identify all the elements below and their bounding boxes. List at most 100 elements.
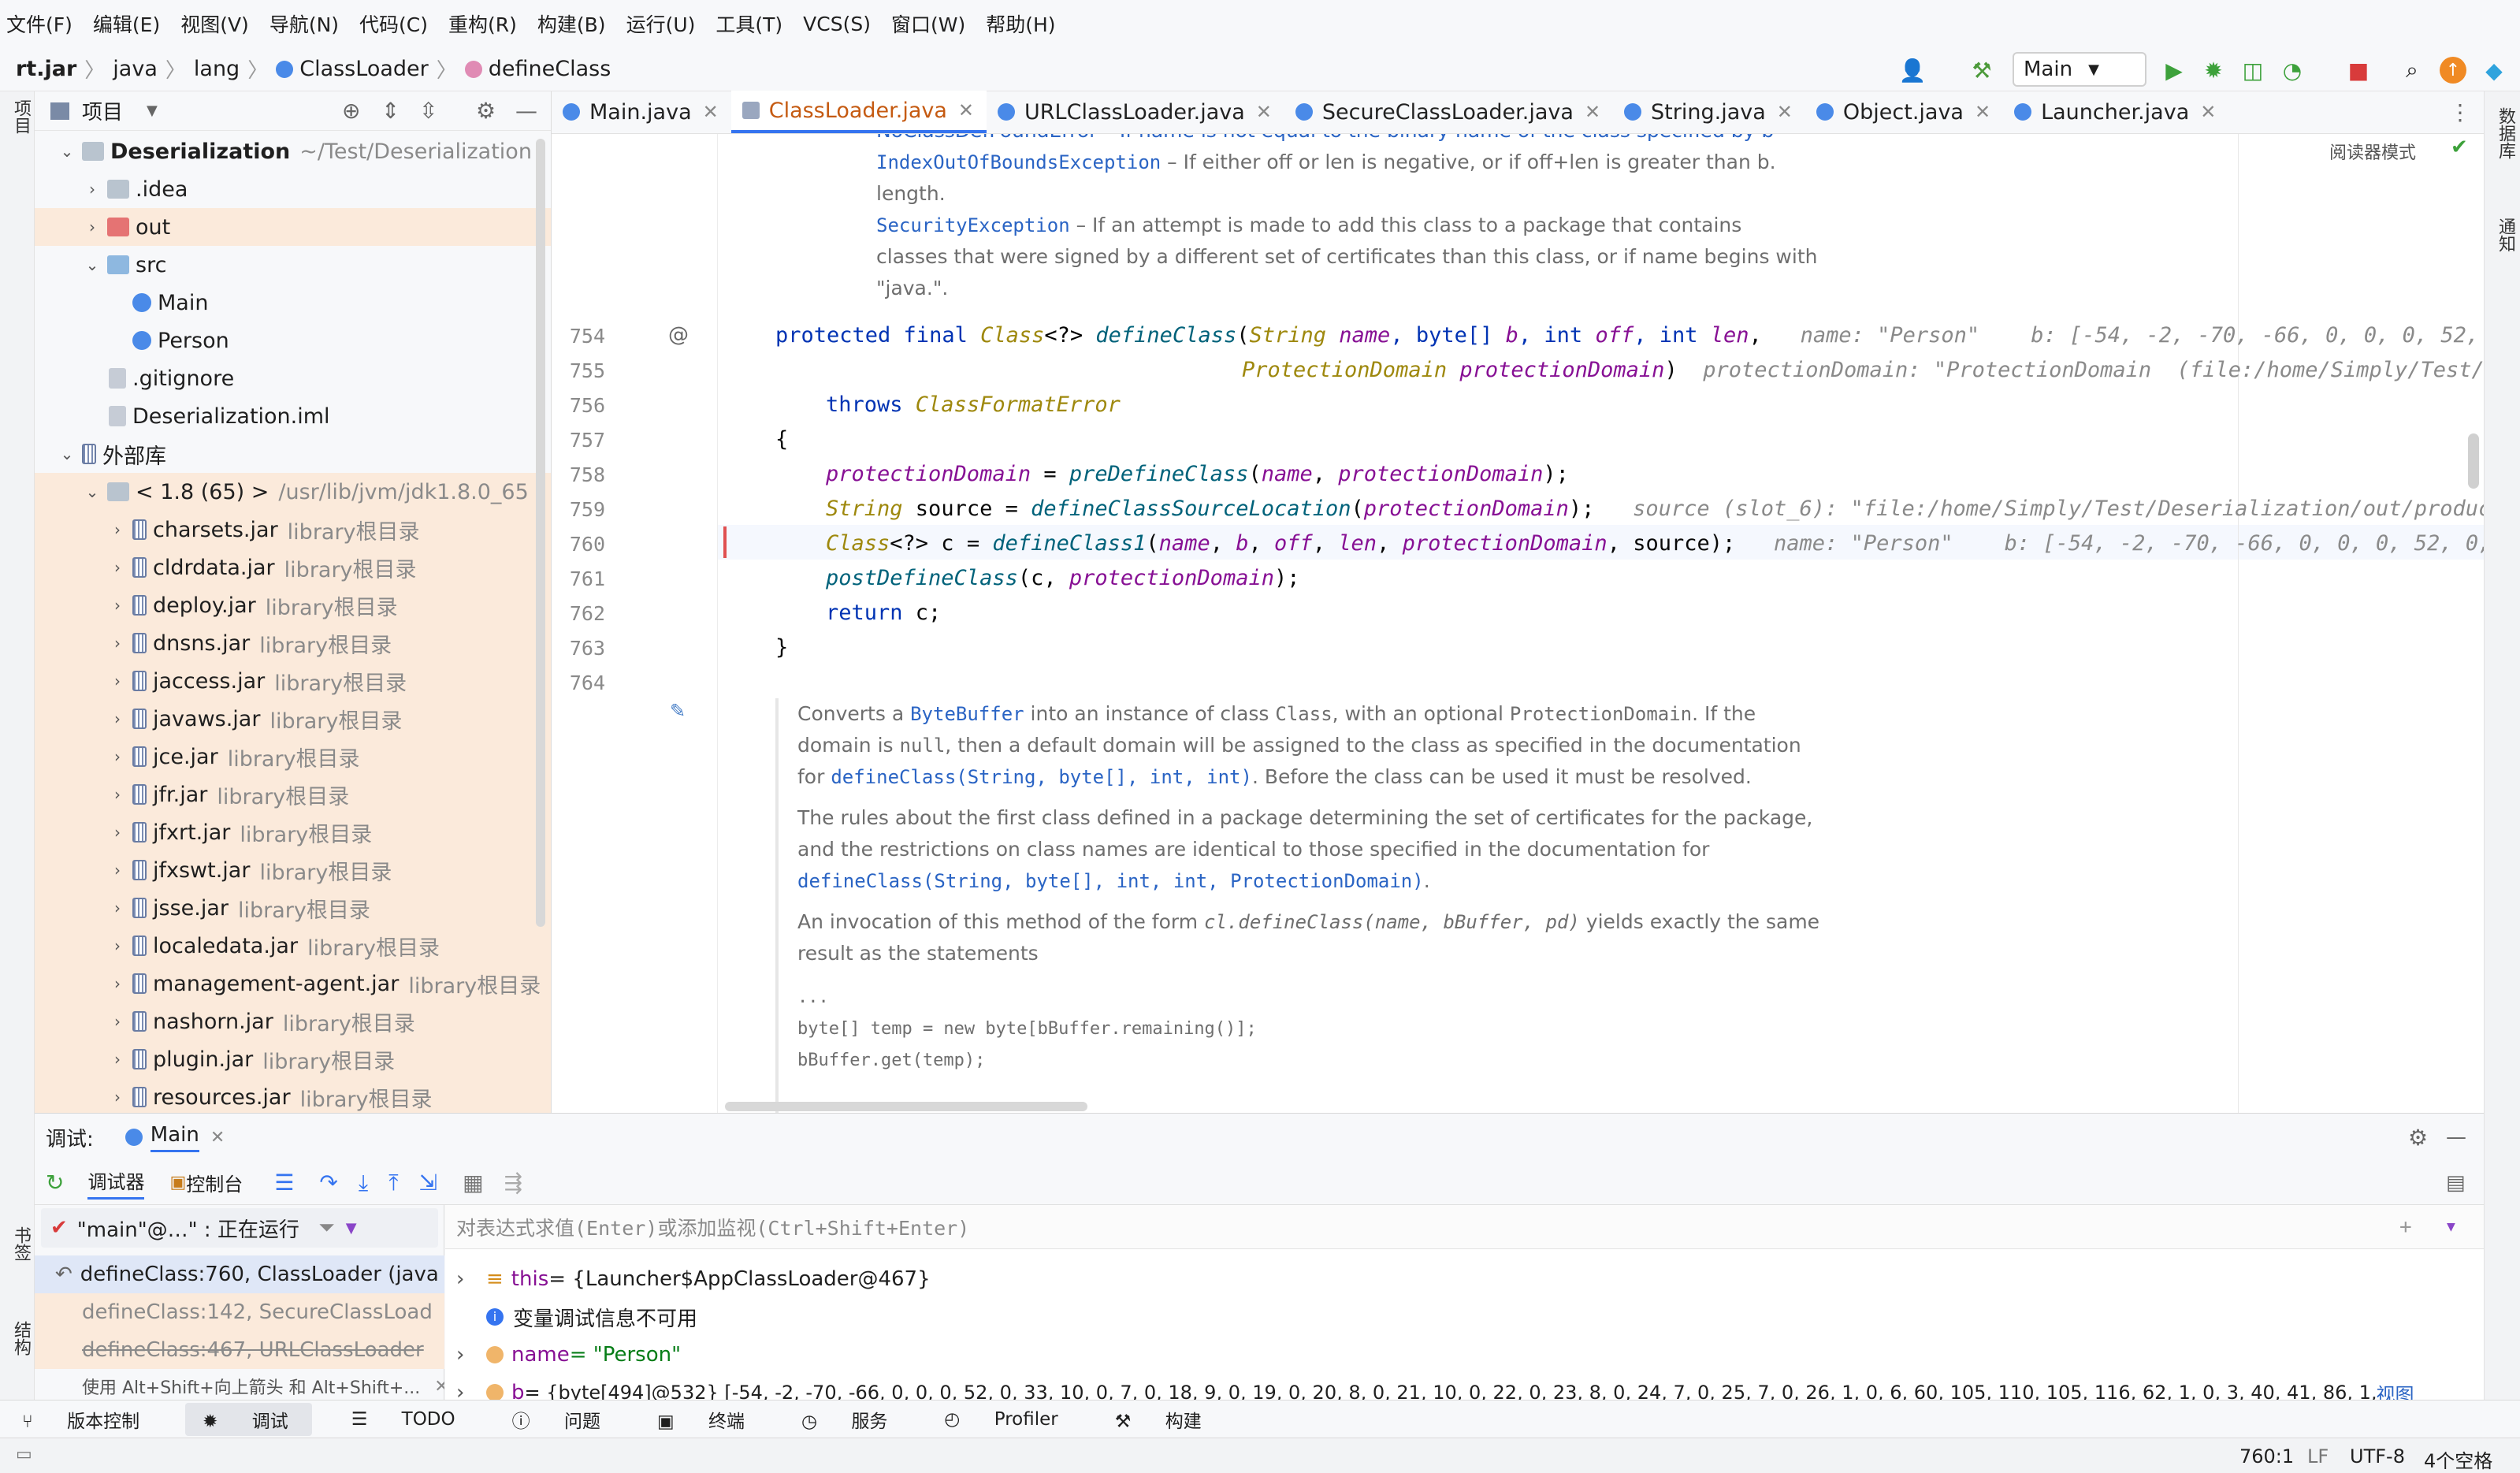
doc-link[interactable]: IndexOutOfBoundsException [876,151,1161,173]
build-tool-button[interactable]: ⚒ 构建 [1104,1406,1219,1433]
menu-help[interactable]: 帮助(H) [986,9,1055,38]
coverage-icon[interactable]: ◫ [2239,57,2266,84]
tree-item-person[interactable]: Person [35,322,551,359]
gear-icon[interactable]: ⚙ [2408,1125,2428,1151]
chevron-right-icon[interactable]: › [107,520,128,539]
debug-tool-button[interactable]: ✹ 调试 [185,1402,312,1436]
expand-all-icon[interactable]: ⇕ [381,98,400,124]
chevron-right-icon[interactable]: › [107,861,128,880]
tree-item-jar[interactable]: › dnsns.jar library根目录 [35,624,551,662]
doc-link[interactable]: ByteBuffer [910,703,1024,725]
chevron-right-icon[interactable]: › [107,974,128,993]
chevron-right-icon[interactable]: › [107,823,128,842]
trace-icon[interactable]: ⇶ [504,1170,522,1196]
profiler-tool-button[interactable]: ◴ Profiler [933,1409,1075,1430]
vcs-tool-button[interactable]: ⑂ 版本控制 [11,1406,157,1433]
chevron-right-icon[interactable]: › [107,936,128,955]
user-icon[interactable]: 👤 [1899,57,1927,84]
stack-frame[interactable]: defineClass:142, SecureClassLoad [35,1293,444,1331]
menu-build[interactable]: 构建(B) [537,9,606,38]
stack-frame[interactable]: ↶ defineClass:760, ClassLoader (java [35,1255,444,1293]
chevron-right-icon[interactable]: › [107,671,128,690]
project-panel-title[interactable]: 项目 [82,96,123,125]
tree-item-jar[interactable]: › jce.jar library根目录 [35,738,551,776]
doc-link[interactable]: defineClass(String, byte[], int, int) [831,766,1252,788]
breadcrumb-jar[interactable]: rt.jar [16,57,76,81]
check-icon[interactable]: ✔ [2451,136,2468,159]
step-into-icon[interactable]: ⤓ [359,1170,368,1196]
hide-icon[interactable]: — [515,98,537,124]
build-hammer-icon[interactable]: ⚒ [1968,57,1995,84]
chevron-right-icon[interactable]: › [82,218,102,236]
jetbrains-icon[interactable]: ◆ [2481,57,2507,84]
run-to-cursor-icon[interactable]: ⇲ [419,1170,437,1196]
line-separator[interactable]: LF [2307,1445,2329,1467]
evaluate-expression-field[interactable]: 对表达式求值(Enter)或添加监视(Ctrl+Shift+Enter) + ▼ [445,1205,2484,1249]
frames-icon[interactable]: ☰ [274,1170,294,1196]
tab-secureclassloader-java[interactable]: SecureClassLoader.java ✕ [1284,91,1613,133]
tree-item-jar[interactable]: › jsse.jar library根目录 [35,889,551,927]
update-icon[interactable]: ↑ [2440,57,2466,84]
database-tool-label[interactable]: 数据库 [2492,107,2518,159]
doc-link[interactable]: defineClass(String, byte[], int, int, Pr… [797,870,1424,892]
chevron-right-icon[interactable]: › [107,709,128,728]
tree-item-gitignore[interactable]: .gitignore [35,359,551,397]
services-tool-button[interactable]: ◷ 服务 [790,1406,905,1433]
chevron-right-icon[interactable]: › [107,596,128,615]
override-icon[interactable]: @ [668,323,689,347]
chevron-down-icon[interactable]: ▼ [147,102,158,119]
filter-icon[interactable]: ⏷ [318,1216,335,1241]
bookmarks-tool-label[interactable]: 书签 [8,1226,33,1261]
tree-item-jar[interactable]: › deploy.jar library根目录 [35,586,551,624]
breadcrumb-method[interactable]: defineClass [489,57,611,81]
tree-item-jar[interactable]: › javaws.jar library根目录 [35,700,551,738]
close-icon[interactable]: ✕ [2200,101,2216,123]
tree-item-iml[interactable]: Deserialization.iml [35,397,551,435]
chevron-right-icon[interactable]: › [82,180,102,199]
menu-file[interactable]: 文件(F) [6,9,72,38]
notifications-tool-label[interactable]: 通知 [2492,218,2518,252]
rerun-icon[interactable]: ↻ [46,1170,64,1196]
chevron-down-icon[interactable]: ⌄ [82,482,102,501]
menu-run[interactable]: 运行(U) [626,9,696,38]
chevron-right-icon[interactable]: › [107,785,128,804]
close-icon[interactable]: ✕ [1585,101,1600,123]
code-editor[interactable]: 阅读器模式 ✔ NoClassDefFoundError – If name i… [552,134,2484,1113]
collapse-all-icon[interactable]: ⇳ [419,98,437,124]
reader-mode-toggle[interactable]: 阅读器模式 [2329,139,2416,164]
close-icon[interactable]: ✕ [1256,101,1272,123]
menu-tools[interactable]: 工具(T) [715,9,782,38]
tab-main-java[interactable]: Main.java ✕ [552,91,731,133]
breadcrumb-lang[interactable]: lang [194,57,240,81]
menu-code[interactable]: 代码(C) [359,9,428,38]
editor-scrollbar[interactable] [2468,433,2479,489]
caret-position[interactable]: 760:1 [2239,1445,2294,1467]
tree-item-jdk[interactable]: ⌄ < 1.8 (65) > /usr/lib/jvm/jdk1.8.0_65 [35,473,551,511]
variable-row-name[interactable]: › name = "Person" [456,1336,681,1374]
tree-item-jar[interactable]: › jfr.jar library根目录 [35,776,551,813]
edit-doc-icon[interactable]: ✎ [670,700,686,722]
close-icon[interactable]: ✕ [958,99,974,121]
menu-edit[interactable]: 编辑(E) [93,9,160,38]
tree-item-jar[interactable]: › resources.jar library根目录 [35,1078,551,1113]
variable-row-this[interactable]: › ≡ this = {Launcher$AppClassLoader@467} [456,1260,931,1298]
project-scrollbar[interactable] [536,139,545,927]
chevron-right-icon[interactable]: › [107,898,128,917]
menu-vcs[interactable]: VCS(S) [803,13,871,35]
todo-tool-button[interactable]: ☰ TODO [340,1409,473,1430]
chevron-right-icon[interactable]: › [107,1050,128,1069]
chevron-right-icon[interactable]: › [107,558,128,577]
tab-classloader-java[interactable]: ClassLoader.java ✕ [730,91,987,133]
tree-item-project[interactable]: ⌄ Deserialization ~/Test/Deserialization [35,132,551,170]
close-icon[interactable]: ✕ [703,101,719,123]
tab-console[interactable]: 控制台 [186,1169,243,1196]
tree-item-jar[interactable]: › jaccess.jar library根目录 [35,662,551,700]
tree-item-external-libs[interactable]: ⌄ 外部库 [35,435,551,473]
menu-navigate[interactable]: 导航(N) [269,9,339,38]
tree-item-out[interactable]: › out [35,208,551,246]
breadcrumb-java[interactable]: java [113,57,158,81]
locate-icon[interactable]: ⊕ [342,98,360,124]
chevron-right-icon[interactable]: › [107,1012,128,1031]
file-encoding[interactable]: UTF-8 [2350,1445,2405,1467]
structure-tool-label[interactable]: 结构 [8,1321,33,1356]
